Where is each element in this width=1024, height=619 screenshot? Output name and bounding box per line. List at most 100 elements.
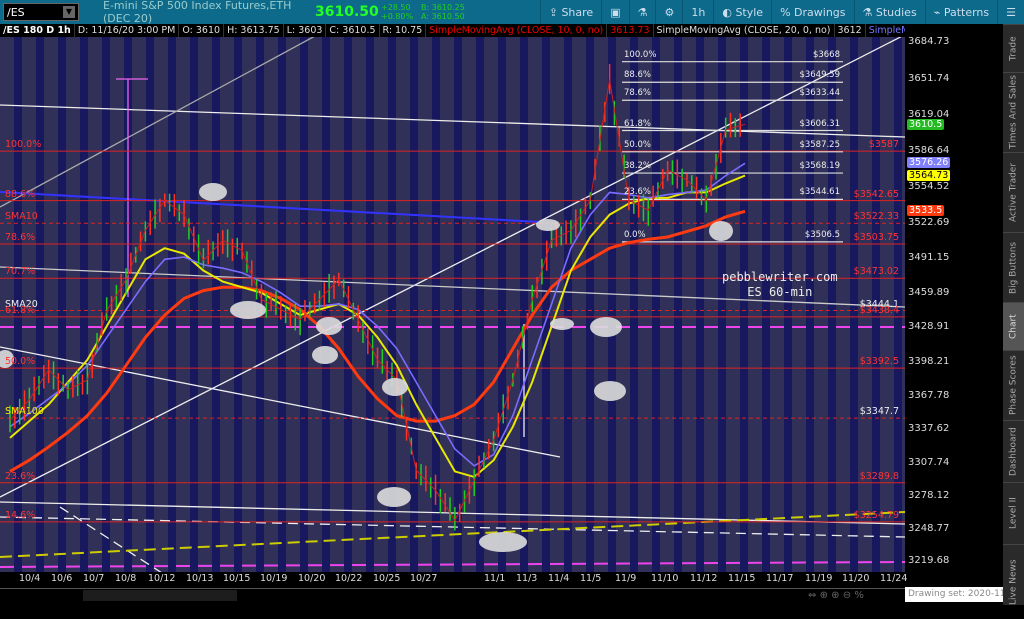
style-icon: ◐: [722, 5, 736, 19]
watermark: pebblewriter.com ES 60-min: [722, 270, 838, 300]
share-button[interactable]: ⇪ Share: [539, 0, 601, 24]
fib-percent-label: 23.6%: [624, 187, 652, 198]
y-tick-label: 3337.62: [908, 423, 950, 435]
symbol-selector[interactable]: /ES ▼: [3, 3, 79, 21]
level-price-label: $3522.33: [853, 211, 899, 223]
studies-label: Studies: [875, 5, 917, 19]
zoom-tools: ⇔ ⊕ ⊕ ⊖ %: [808, 590, 864, 601]
patterns-button[interactable]: ⌁ Patterns: [924, 0, 997, 24]
interval-button[interactable]: 1h: [682, 0, 713, 24]
x-tick-label: 11/17: [766, 573, 794, 584]
sidebar-tab-dashboard[interactable]: Dashboard: [1003, 420, 1024, 482]
right-sidebar: Trade Times And Sales Active Trader Big But…: [1003, 24, 1024, 619]
percent-icon: %: [780, 5, 795, 19]
y-tick-label: 3651.74: [908, 72, 950, 84]
drawings-button[interactable]: % Drawings: [771, 0, 853, 24]
study-sma10[interactable]: SimpleMovingAvg (CLOSE, 10, 0, no): [426, 24, 608, 37]
trendline: [0, 501, 905, 525]
alert-icon: ▣: [610, 5, 621, 19]
list-icon: ☰: [1006, 5, 1016, 19]
sidebar-tab-chart[interactable]: Chart: [1003, 302, 1024, 350]
fib-price-label: $3587.25: [799, 139, 840, 150]
level-left-label: 14.6%: [5, 509, 36, 521]
x-tick-label: 11/10: [651, 573, 679, 584]
sidebar-tab-phase-scores[interactable]: Phase Scores: [1003, 350, 1024, 420]
lab-button[interactable]: ⚗: [628, 0, 656, 24]
crosshair-icon[interactable]: ⊕: [820, 590, 828, 601]
level-price-label: $3254.79: [853, 509, 899, 521]
price-axis[interactable]: 3684.73 3651.74 3619.04 3586.64 3554.52 3522.…: [905, 36, 1003, 572]
horizontal-scrollbar[interactable]: [0, 588, 905, 602]
x-tick-label: 10/22: [335, 573, 363, 584]
sidebar-tab-big-buttons[interactable]: Big Buttons: [1003, 232, 1024, 302]
top-toolbar: /ES ▼ E-mini S&P 500 Index Futures,ETH (D…: [0, 0, 1024, 25]
level-price-label: $3347.7: [859, 406, 899, 418]
drawings-label: Drawings: [794, 5, 846, 19]
fib-price-label: $3649.59: [799, 70, 840, 81]
fib-price-label: $3568.19: [799, 161, 840, 172]
bid-ask: B: 3610.25 A: 3610.50: [421, 3, 481, 21]
level-left-label: 78.6%: [5, 231, 36, 243]
study-sma20-value: 3612: [835, 24, 866, 37]
ellipse-marker: [377, 487, 411, 507]
ellipse-marker: [382, 378, 408, 396]
study-sma50[interactable]: SimpleMovingAvg (CLOSE, 50, 0, no): [866, 24, 905, 37]
bar-low: L: 3603: [284, 24, 327, 37]
trendlines: [0, 37, 905, 572]
x-tick-label: 11/1: [484, 573, 506, 584]
time-axis[interactable]: 10/4 10/6 10/7 10/8 10/12 10/13 10/15 10/19 10/2…: [0, 572, 907, 586]
x-tick-label: 10/13: [186, 573, 214, 584]
price-chart[interactable]: $3587 100.0% $3542.65 88.6% $3522.33 SMA10 $35…: [0, 37, 905, 572]
bar-open: O: 3610: [179, 24, 225, 37]
fib-percent-label: 38.2%: [624, 161, 652, 172]
sidebar-tab-trade[interactable]: Trade: [1003, 24, 1024, 72]
y-tick-label: 3367.78: [908, 389, 950, 401]
trendline: [0, 37, 315, 208]
x-tick-label: 10/27: [410, 573, 438, 584]
level-left-label: SMA10: [5, 211, 38, 223]
x-tick-label: 11/9: [615, 573, 637, 584]
sidebar-tab-times-and-sales[interactable]: Times And Sales: [1003, 72, 1024, 152]
scroll-thumb[interactable]: [83, 590, 237, 601]
trendline: [0, 37, 902, 498]
zoom-out-icon[interactable]: ⊖: [843, 590, 851, 601]
settings-button[interactable]: ⚙: [655, 0, 682, 24]
ellipse-marker: [709, 221, 733, 241]
axis-price-badge: 3533.5: [907, 204, 945, 216]
share-icon: ⇪: [548, 5, 562, 19]
chart-title: /ES 180 D 1h: [0, 24, 75, 37]
fib-percent-label: 0.0%: [624, 229, 646, 240]
alerts-button[interactable]: ▣: [601, 0, 628, 24]
level-price-label: $3587: [868, 139, 899, 151]
fib-price-label: $3606.31: [799, 118, 840, 129]
x-tick-label: 10/8: [115, 573, 137, 584]
ellipse-marker: [479, 532, 527, 552]
fib-price-label: $3633.44: [799, 88, 840, 99]
y-tick-label: 3586.64: [908, 145, 950, 157]
watermark-site: pebblewriter.com: [722, 270, 838, 284]
style-button[interactable]: ◐ Style: [713, 0, 771, 24]
sidebar-tab-live-news[interactable]: Live News: [1003, 544, 1024, 619]
menu-button[interactable]: ☰: [997, 0, 1024, 24]
level-price-label: $3392.5: [859, 356, 899, 368]
pan-icon[interactable]: ⇔: [808, 590, 816, 601]
zoom-in-icon[interactable]: ⊕: [831, 590, 839, 601]
x-tick-label: 10/6: [51, 573, 73, 584]
sidebar-tab-level-ii[interactable]: Level II: [1003, 482, 1024, 544]
sidebar-tab-active-trader[interactable]: Active Trader: [1003, 152, 1024, 232]
level-price-label: $3473.02: [853, 266, 899, 278]
ellipse-marker: [590, 317, 622, 337]
level-left-label: 61.8%: [5, 304, 36, 316]
level-price-label: $3438.4: [859, 304, 899, 316]
y-tick-label: 3684.73: [908, 36, 950, 47]
studies-button[interactable]: ⚗ Studies: [853, 0, 925, 24]
x-tick-label: 11/19: [805, 573, 833, 584]
chevron-down-icon[interactable]: ▼: [63, 6, 75, 18]
y-tick-label: 3398.21: [908, 355, 950, 367]
fib-percent-label: 78.6%: [624, 88, 652, 99]
drawing-set-selector[interactable]: Drawing set: 2020-1111: [905, 587, 1017, 602]
study-sma20[interactable]: SimpleMovingAvg (CLOSE, 20, 0, no): [654, 24, 835, 37]
x-tick-label: 11/3: [516, 573, 538, 584]
x-tick-label: 11/20: [842, 573, 870, 584]
percent-icon[interactable]: %: [854, 590, 864, 601]
